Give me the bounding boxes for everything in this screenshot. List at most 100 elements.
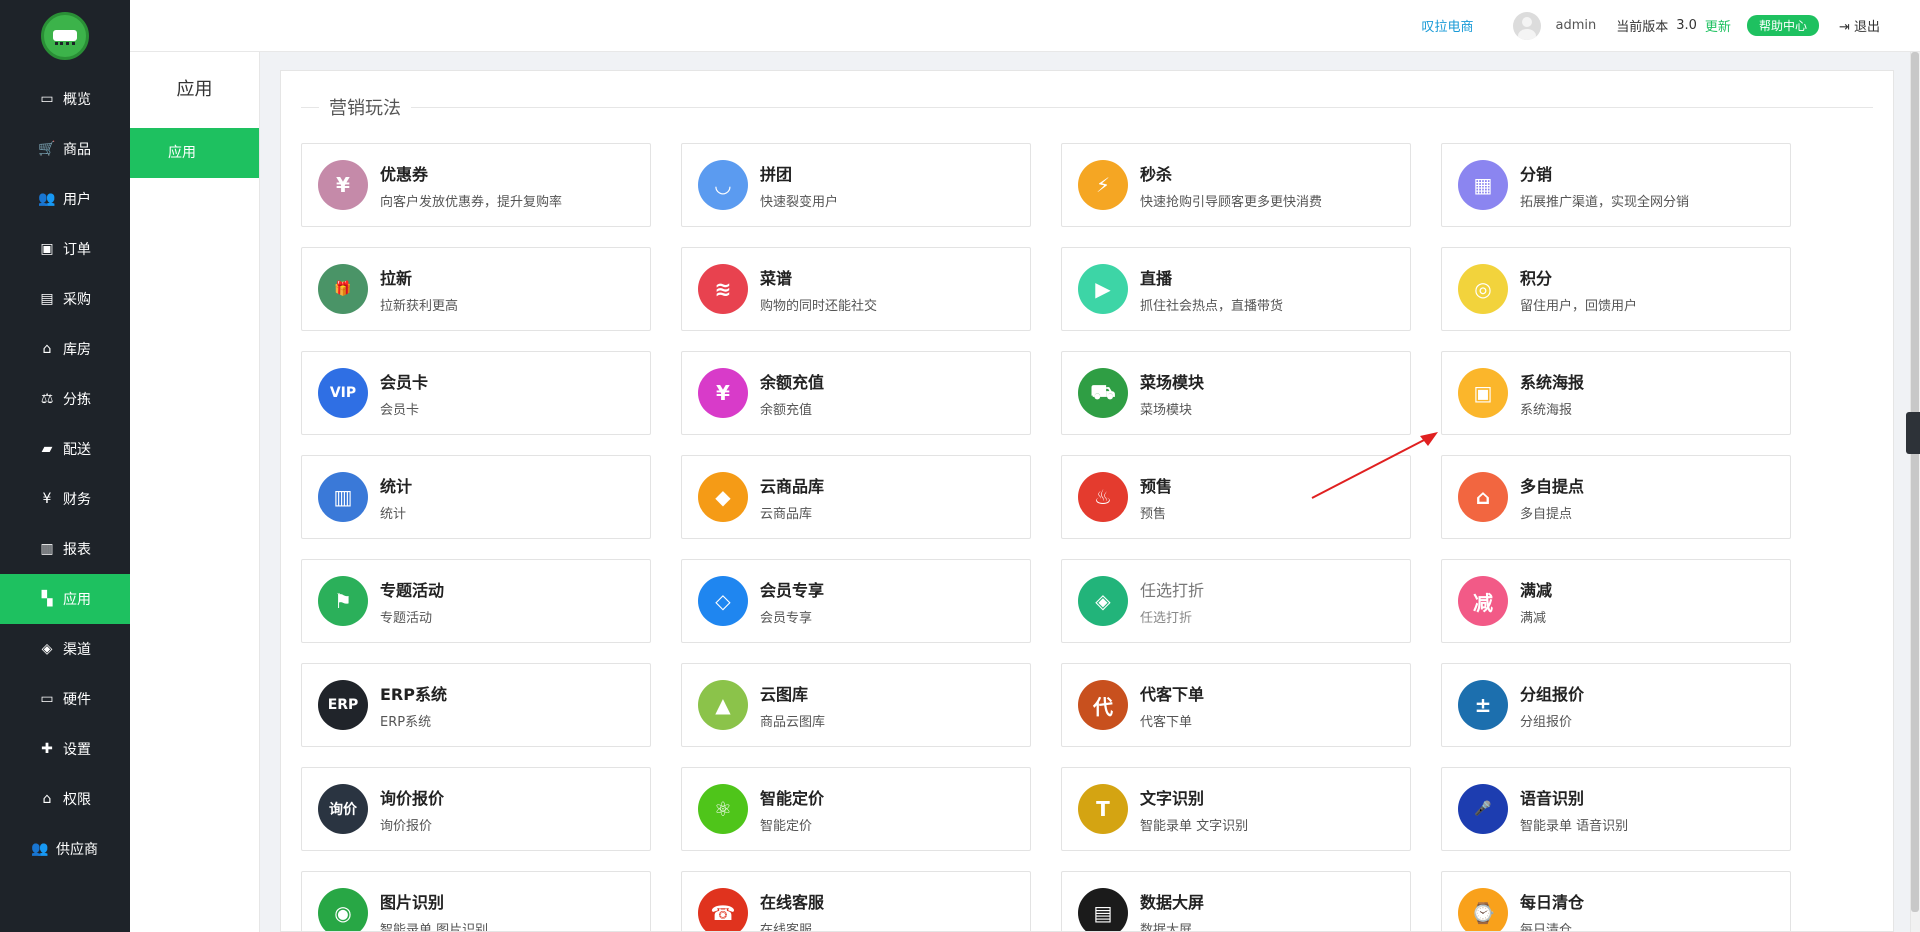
app-description: 会员卡 xyxy=(380,402,420,418)
app-card[interactable]: ⚡ 秒杀 快速抢购引导顾客更多更快消费 xyxy=(1061,143,1411,227)
app-description: 询价报价 xyxy=(380,818,433,834)
nav-item-4[interactable]: ▤ 采购 xyxy=(0,274,130,324)
app-name: ERP系统 xyxy=(380,684,447,704)
app-icon: ▲ xyxy=(698,680,748,730)
app-text: 每日清仓 每日清仓 xyxy=(1520,889,1584,932)
brand-link[interactable]: 叹拉电商 xyxy=(1421,16,1473,35)
app-card[interactable]: ± 分组报价 分组报价 xyxy=(1441,663,1791,747)
subnav-item-apps[interactable]: 应用 xyxy=(130,128,259,178)
logout-button[interactable]: ⇥ 退出 xyxy=(1839,16,1880,35)
app-card[interactable]: ⌂ 多自提点 多自提点 xyxy=(1441,455,1791,539)
app-icon: 减 xyxy=(1458,576,1508,626)
app-card[interactable]: ¥ 余额充值 余额充值 xyxy=(681,351,1031,435)
username[interactable]: admin xyxy=(1555,18,1596,33)
main-nav-list: ▭ 概览 🛒 商品 👥 用户 ▣ 订单 ▤ 采购 ⌂ 库房 ⚖ 分拣 ▰ 配送 ¥ 财务 ▥ 报表 ▚ 应用 ◈ 渠道 ▭ 硬件 ✚… xyxy=(0,74,130,874)
app-card[interactable]: ◇ 会员专享 会员专享 xyxy=(681,559,1031,643)
app-description: 统计 xyxy=(380,506,407,522)
app-card[interactable]: ▶ 直播 抓住社会热点，直播带货 xyxy=(1061,247,1411,331)
app-icon: ▣ xyxy=(1458,368,1508,418)
app-text: 系统海报 系统海报 xyxy=(1520,369,1584,418)
nav-item-0[interactable]: ▭ 概览 xyxy=(0,74,130,124)
app-text: 优惠券 向客户发放优惠券，提升复购率 xyxy=(380,161,562,210)
scrollbar-thumb[interactable] xyxy=(1911,52,1919,912)
nav-item-8[interactable]: ¥ 财务 xyxy=(0,474,130,524)
app-card[interactable]: T 文字识别 智能录单 文字识别 xyxy=(1061,767,1411,851)
app-icon: ⌂ xyxy=(1458,472,1508,522)
update-link[interactable]: 更新 xyxy=(1705,16,1731,35)
app-icon: 🎤 xyxy=(1458,784,1508,834)
app-name: 专题活动 xyxy=(380,580,445,600)
app-card[interactable]: ⌚ 每日清仓 每日清仓 xyxy=(1441,871,1791,932)
section-title: 营销玩法 xyxy=(319,94,411,120)
page-scrollbar[interactable] xyxy=(1910,52,1920,932)
app-card[interactable]: 询价 询价报价 询价报价 xyxy=(301,767,651,851)
nav-item-3[interactable]: ▣ 订单 xyxy=(0,224,130,274)
app-card[interactable]: VIP 会员卡 会员卡 xyxy=(301,351,651,435)
cart-icon: 🛒 xyxy=(38,141,56,157)
app-card[interactable]: ◈ 任选打折 任选打折 xyxy=(1061,559,1411,643)
app-card[interactable]: ◉ 图片识别 智能录单 图片识别 xyxy=(301,871,651,932)
home-icon: ⌂ xyxy=(42,341,52,357)
app-card[interactable]: ⚛ 智能定价 智能定价 xyxy=(681,767,1031,851)
nav-item-label: 应用 xyxy=(63,592,91,608)
red-arrow-annotation xyxy=(1311,432,1438,499)
app-icon: T xyxy=(1078,784,1128,834)
app-description: 预售 xyxy=(1140,506,1167,522)
app-text: 数据大屏 数据大屏 xyxy=(1140,889,1204,932)
bar-chart-icon: ▥ xyxy=(40,541,54,557)
app-card[interactable]: ⛟ 菜场模块 菜场模块 xyxy=(1061,351,1411,435)
app-description: 智能录单 图片识别 xyxy=(380,922,489,932)
user-avatar[interactable] xyxy=(1513,11,1542,40)
nav-item-12[interactable]: ▭ 硬件 xyxy=(0,674,130,724)
app-card[interactable]: ≋ 菜谱 购物的同时还能社交 xyxy=(681,247,1031,331)
logo-icon[interactable] xyxy=(41,12,89,60)
app-card[interactable]: ¥ 优惠券 向客户发放优惠券，提升复购率 xyxy=(301,143,651,227)
app-card[interactable]: ▦ 分销 拓展推广渠道，实现全网分销 xyxy=(1441,143,1791,227)
app-card[interactable]: ▣ 系统海报 系统海报 xyxy=(1441,351,1791,435)
app-card[interactable]: 🎤 语音识别 智能录单 语音识别 xyxy=(1441,767,1791,851)
app-name: 系统海报 xyxy=(1520,372,1585,392)
app-icon: ◡ xyxy=(698,160,748,210)
nav-item-7[interactable]: ▰ 配送 xyxy=(0,424,130,474)
app-description: 代客下单 xyxy=(1140,714,1193,730)
nav-item-label: 财务 xyxy=(63,492,91,508)
nav-item-15[interactable]: 👥 供应商 xyxy=(0,824,130,874)
app-card[interactable]: ▲ 云图库 商品云图库 xyxy=(681,663,1031,747)
nav-item-11[interactable]: ◈ 渠道 xyxy=(0,624,130,674)
app-text: 拉新 拉新获利更高 xyxy=(380,265,458,314)
nav-item-10[interactable]: ▚ 应用 xyxy=(0,574,130,624)
app-card[interactable]: ⚑ 专题活动 专题活动 xyxy=(301,559,651,643)
app-card[interactable]: ▥ 统计 统计 xyxy=(301,455,651,539)
app-card[interactable]: ☎ 在线客服 在线客服 xyxy=(681,871,1031,931)
nav-item-13[interactable]: ✚ 设置 xyxy=(0,724,130,774)
app-icon: ▦ xyxy=(1458,160,1508,210)
nav-item-label: 用户 xyxy=(63,192,91,208)
app-card[interactable]: ERP ERP系统 ERP系统 xyxy=(301,663,651,747)
app-card[interactable]: 代代客下单 代客下单 xyxy=(1061,663,1411,747)
nav-item-5[interactable]: ⌂ 库房 xyxy=(0,324,130,374)
app-icon: ◈ xyxy=(1078,576,1128,626)
nav-item-label: 配送 xyxy=(63,442,91,458)
nav-item-2[interactable]: 👥 用户 xyxy=(0,174,130,224)
app-card[interactable]: ◆ 云商品库 云商品库 xyxy=(681,455,1031,539)
app-description: 会员专享 xyxy=(760,610,813,626)
app-name: 会员卡 xyxy=(380,372,429,392)
help-center-button[interactable]: 帮助中心 xyxy=(1746,15,1819,36)
side-panel-handle[interactable] xyxy=(1906,412,1920,454)
app-card[interactable]: ▤ 数据大屏 数据大屏 xyxy=(1061,871,1411,932)
app-description: 购物的同时还能社交 xyxy=(760,298,878,314)
app-name: 菜谱 xyxy=(760,268,793,288)
nav-item-label: 订单 xyxy=(63,242,91,258)
app-description: 抓住社会热点，直播带货 xyxy=(1140,298,1284,314)
nav-item-6[interactable]: ⚖ 分拣 xyxy=(0,374,130,424)
app-card[interactable]: ◡ 拼团 快速裂变用户 xyxy=(681,143,1031,227)
app-name: 拉新 xyxy=(380,268,413,288)
app-name: 预售 xyxy=(1140,476,1173,496)
nav-item-14[interactable]: ⌂ 权限 xyxy=(0,774,130,824)
app-card[interactable]: ◎ 积分 留住用户，回馈用户 xyxy=(1441,247,1791,331)
app-name: 拼团 xyxy=(760,164,793,184)
nav-item-1[interactable]: 🛒 商品 xyxy=(0,124,130,174)
app-card[interactable]: 减满减 满减 xyxy=(1441,559,1791,643)
app-card[interactable]: 🎁 拉新 拉新获利更高 xyxy=(301,247,651,331)
nav-item-9[interactable]: ▥ 报表 xyxy=(0,524,130,574)
